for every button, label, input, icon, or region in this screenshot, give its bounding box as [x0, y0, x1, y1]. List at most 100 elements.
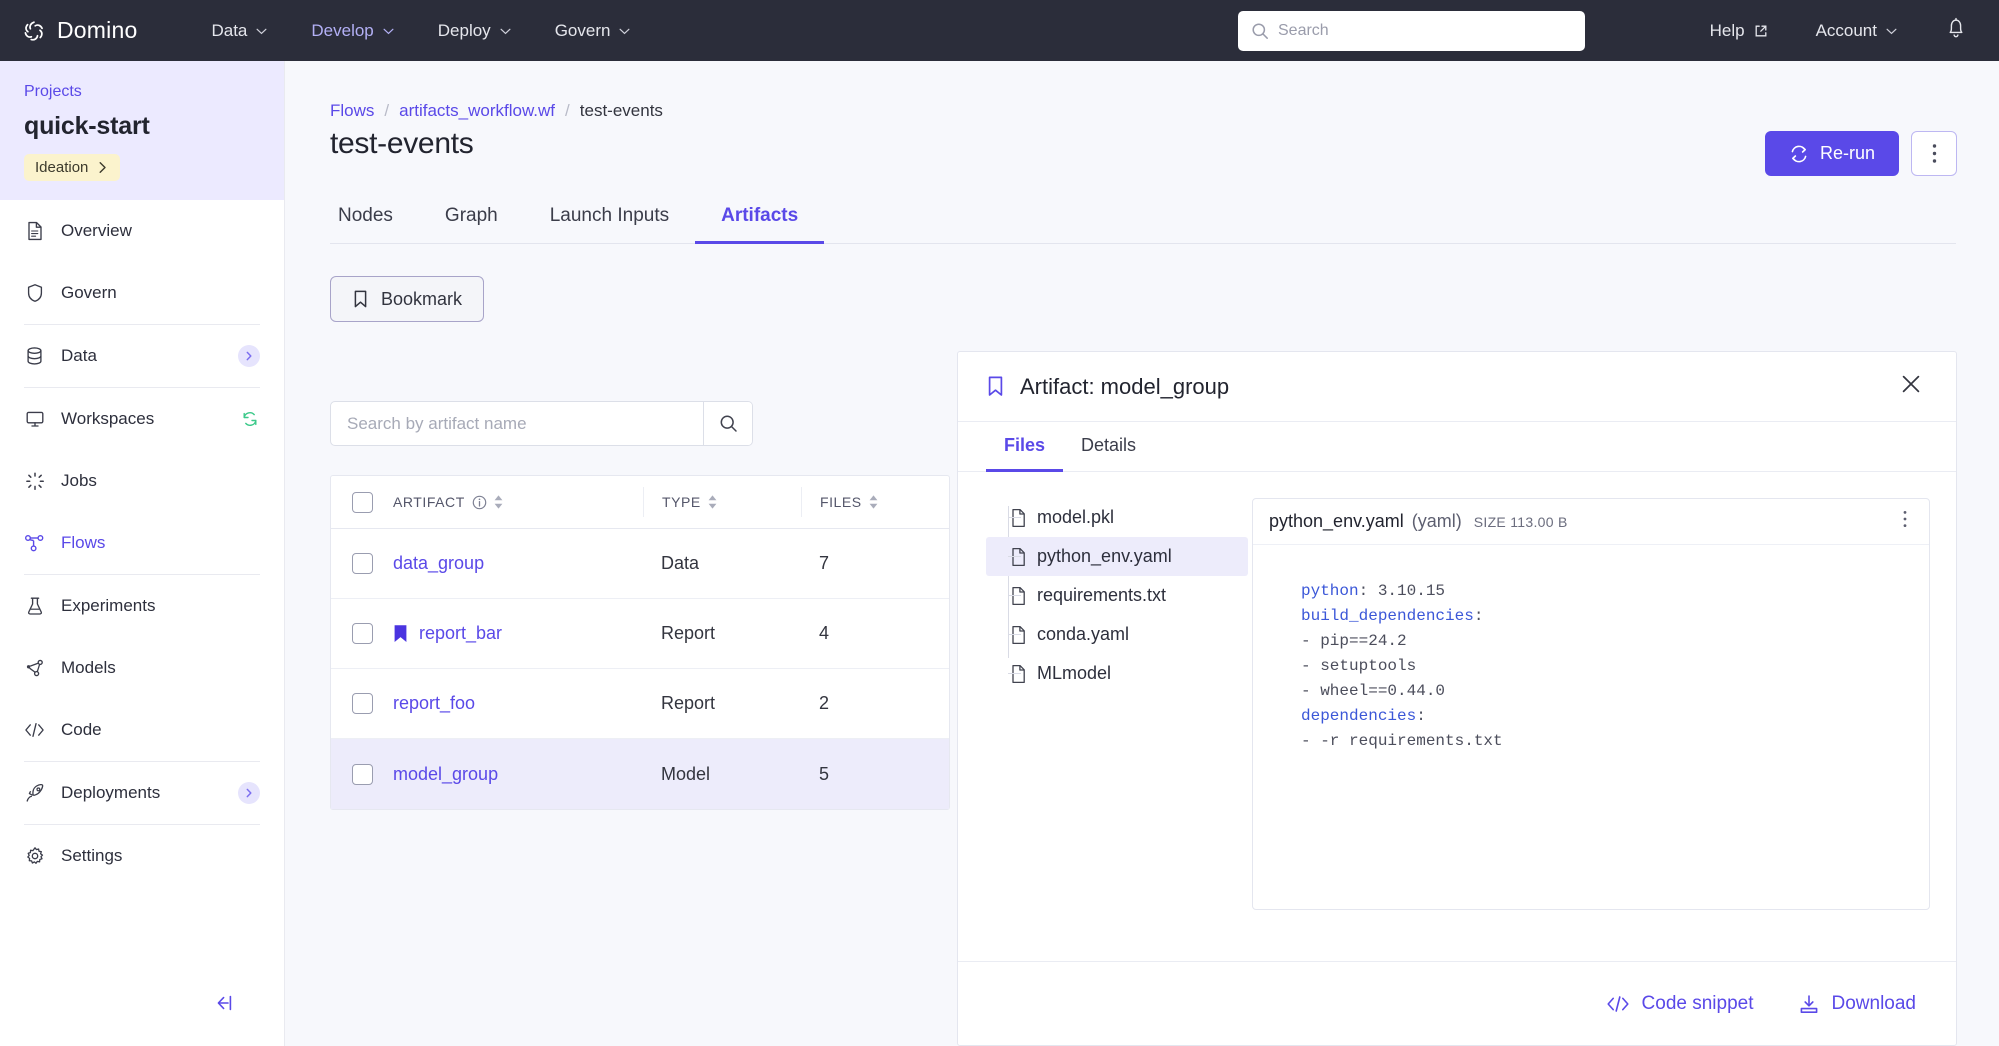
detail-tab-files[interactable]: Files [986, 422, 1064, 472]
sidebar-item-data[interactable]: Data [0, 325, 284, 387]
project-stage-label: Ideation [35, 159, 89, 176]
file-tree-item[interactable]: MLmodel [986, 654, 1248, 693]
breadcrumb: Flows / artifacts_workflow.wf / test-eve… [285, 61, 1999, 121]
column-header-files-label: FILES [820, 494, 862, 510]
sidebar-item-settings[interactable]: Settings [0, 825, 284, 887]
nav-menu-data[interactable]: Data [189, 13, 289, 49]
sidebar-item-overview[interactable]: Overview [0, 200, 284, 262]
chevron-down-icon [1886, 28, 1897, 35]
row-checkbox[interactable] [351, 623, 373, 644]
refresh-icon [1791, 145, 1807, 162]
chevron-right-icon [246, 351, 252, 361]
artifact-link[interactable]: report_foo [393, 693, 475, 714]
download-button[interactable]: Download [1798, 992, 1917, 1015]
breadcrumb-workflow[interactable]: artifacts_workflow.wf [399, 101, 555, 121]
brand-logo[interactable]: Domino [22, 17, 137, 44]
close-panel-button[interactable] [1894, 367, 1928, 406]
caret-down-icon [494, 503, 503, 509]
sidebar-item-workspaces[interactable]: Workspaces [0, 388, 284, 450]
row-checkbox[interactable] [351, 553, 373, 574]
breadcrumb-flows[interactable]: Flows [330, 101, 374, 121]
breadcrumb-separator: / [565, 101, 570, 120]
column-header-files[interactable]: FILES [801, 487, 941, 517]
sort-toggle-files[interactable] [869, 495, 878, 509]
account-menu[interactable]: Account [1792, 13, 1921, 49]
file-name: requirements.txt [1037, 585, 1167, 605]
sidebar-item-code[interactable]: Code [0, 699, 284, 761]
page-more-options-button[interactable] [1911, 131, 1957, 176]
row-checkbox[interactable] [351, 763, 373, 785]
chevron-right-icon [246, 788, 252, 798]
row-select-cell [331, 763, 393, 785]
file-tree-item[interactable]: python_env.yaml [986, 537, 1248, 576]
artifact-link[interactable]: data_group [393, 553, 484, 574]
artifact-link[interactable]: report_bar [419, 623, 502, 644]
download-label: Download [1831, 992, 1917, 1014]
chevron-down-icon [383, 28, 394, 35]
sidebar-deployments-expand-badge[interactable] [238, 782, 260, 804]
file-tree-item[interactable]: model.pkl [986, 498, 1248, 537]
column-header-artifact[interactable]: ARTIFACT [393, 487, 643, 517]
preview-more-options-button[interactable] [1897, 506, 1913, 537]
tab-artifacts[interactable]: Artifacts [695, 195, 825, 244]
table-row[interactable]: report_bar Report 4 [331, 599, 949, 669]
artifact-link[interactable]: model_group [393, 764, 498, 785]
nav-menu-govern[interactable]: Govern [533, 13, 653, 49]
search-icon [720, 415, 737, 432]
file-name: model.pkl [1037, 507, 1115, 527]
info-icon[interactable] [472, 495, 487, 510]
artifact-detail-header: Artifact: model_group [958, 352, 1956, 422]
code-snippet-button[interactable]: Code snippet [1606, 993, 1754, 1015]
sidebar-item-govern[interactable]: Govern [0, 262, 284, 324]
select-all-checkbox[interactable] [351, 491, 373, 513]
notifications-button[interactable] [1939, 8, 1973, 53]
table-row[interactable]: model_group Model 5 [331, 739, 949, 809]
artifact-search[interactable] [330, 401, 753, 446]
tab-graph[interactable]: Graph [419, 195, 524, 244]
file-tree-item[interactable]: requirements.txt [986, 576, 1248, 615]
preview-filetype: (yaml) [1411, 511, 1462, 531]
sidebar-item-jobs[interactable]: Jobs [0, 450, 284, 512]
artifact-search-input[interactable] [331, 402, 703, 445]
artifact-type-cell: Report [661, 623, 716, 643]
bookmark-icon[interactable] [986, 375, 1005, 398]
sort-toggle-type[interactable] [708, 495, 717, 509]
projects-link[interactable]: Projects [24, 83, 260, 101]
tree-branch-line [1008, 634, 1021, 635]
code-snippet-label: Code snippet [1641, 992, 1754, 1014]
bookmark-label: Bookmark [381, 288, 463, 309]
column-header-type-label: TYPE [662, 494, 701, 510]
bookmark-button[interactable]: Bookmark [330, 276, 485, 322]
chevron-down-icon [256, 28, 267, 35]
table-row[interactable]: report_foo Report 2 [331, 669, 949, 739]
global-search[interactable] [1238, 11, 1585, 51]
file-tree-item[interactable]: conda.yaml [986, 615, 1248, 654]
nav-menu-develop-label: Develop [311, 20, 374, 40]
sort-toggle-artifact[interactable] [494, 495, 503, 509]
row-checkbox[interactable] [351, 693, 373, 714]
flask-icon [24, 596, 45, 617]
caret-down-icon [708, 503, 717, 509]
sidebar-item-experiments[interactable]: Experiments [0, 575, 284, 637]
nav-menu-deploy[interactable]: Deploy [416, 13, 533, 49]
sidebar-item-deployments[interactable]: Deployments [0, 762, 284, 824]
rerun-button[interactable]: Re-run [1764, 131, 1899, 176]
help-link[interactable]: Help [1686, 13, 1792, 49]
global-search-input[interactable] [1278, 22, 1572, 40]
sidebar-data-expand-badge[interactable] [238, 345, 260, 367]
table-row[interactable]: data_group Data 7 [331, 529, 949, 599]
yaml-value: : [1473, 606, 1484, 625]
sidebar-item-flows[interactable]: Flows [0, 512, 284, 574]
detail-tab-details[interactable]: Details [1063, 422, 1154, 472]
collapse-sidebar-button[interactable] [205, 986, 239, 1020]
sidebar-item-models[interactable]: Models [0, 637, 284, 699]
nav-menu-develop[interactable]: Develop [289, 13, 415, 49]
project-stage-badge[interactable]: Ideation [24, 154, 121, 181]
artifacts-list-column: ARTIFACT TYPE [330, 401, 950, 810]
select-all-cell [331, 491, 393, 513]
artifact-search-button[interactable] [703, 402, 752, 445]
tab-nodes[interactable]: Nodes [330, 195, 419, 244]
column-header-type[interactable]: TYPE [643, 487, 801, 517]
file-tree: model.pkl python_env.yaml requirements.t… [958, 498, 1248, 961]
tab-launch-inputs[interactable]: Launch Inputs [524, 195, 695, 244]
